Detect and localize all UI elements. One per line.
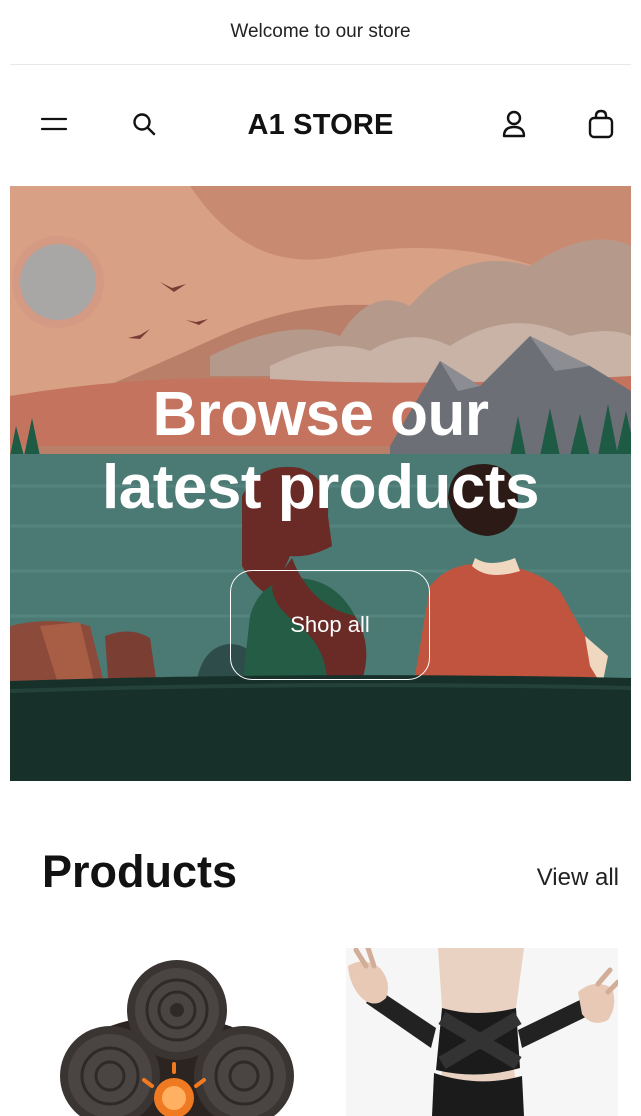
view-all-link[interactable]: View all xyxy=(537,864,619,892)
shop-all-button[interactable]: Shop all xyxy=(230,570,430,680)
store-logo-link[interactable]: A1 STORE xyxy=(247,109,393,142)
massage-gun-product-image xyxy=(42,948,314,1116)
hero-heading: Browse our latest products xyxy=(10,379,631,524)
products-section-title: Products xyxy=(42,846,238,897)
product-card-ankle-brace[interactable] xyxy=(346,948,618,1116)
site-header: A1 STORE xyxy=(0,65,641,185)
store-logo: A1 STORE xyxy=(0,109,641,142)
announcement-text: Welcome to our store xyxy=(230,21,411,42)
shopping-bag-icon[interactable] xyxy=(584,107,618,141)
announcement-bar: Welcome to our store xyxy=(0,0,641,64)
hero-banner: Browse our latest products Shop all xyxy=(10,186,631,781)
product-card-massage-gun[interactable] xyxy=(42,948,314,1116)
hero-heading-line-1: Browse our xyxy=(152,380,489,449)
hero-heading-line-2: latest products xyxy=(102,452,539,522)
user-account-icon[interactable] xyxy=(497,107,531,141)
ankle-brace-product-image xyxy=(346,948,618,1116)
